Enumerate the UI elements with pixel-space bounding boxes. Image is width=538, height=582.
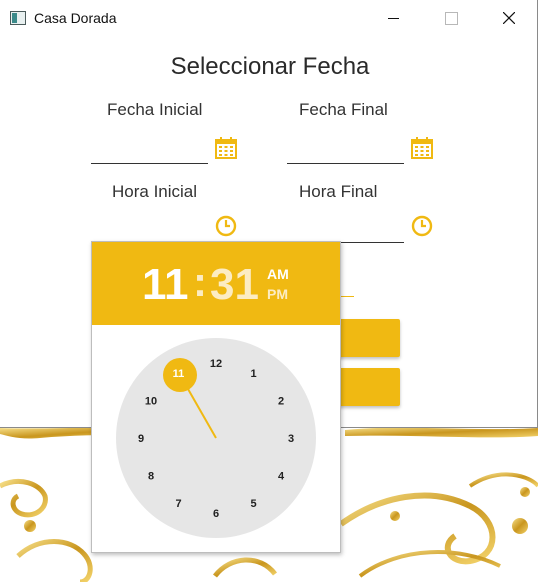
am-toggle[interactable]: AM [267,266,289,282]
dial-number-7[interactable]: 7 [175,498,181,510]
minimize-button[interactable] [370,0,416,36]
dial-number-3[interactable]: 3 [288,433,294,445]
dial-number-2[interactable]: 2 [278,396,284,408]
time-separator: : [193,258,207,305]
clock-dial[interactable]: 121234567891011 [92,325,340,552]
dial-number-11[interactable]: 11 [173,368,185,380]
dial-number-1[interactable]: 1 [250,368,256,380]
page-title: Seleccionar Fecha [170,53,370,80]
time-picker-popup: 11 : 31 AM PM 12 1 2 3 4 5 6 7 8 9 10 11 [91,241,341,553]
fecha-final-label: Fecha Final [299,100,388,119]
hora-inicial-label: Hora Inicial [112,182,198,201]
calendar-icon[interactable] [411,137,433,159]
app-icon [10,11,26,25]
dial-number-4[interactable]: 4 [278,471,285,483]
dial-number-6[interactable]: 6 [213,508,219,520]
pm-toggle[interactable]: PM [267,286,288,302]
minute-display[interactable]: 31 [210,260,259,310]
fecha-inicial-input[interactable] [91,163,208,164]
dial-number-9[interactable]: 9 [138,433,144,445]
clock-icon[interactable] [215,215,237,237]
dial-number-10[interactable]: 10 [145,396,157,408]
dial-number-5[interactable]: 5 [250,498,256,510]
hora-final-label: Hora Final [299,182,378,201]
close-button[interactable] [486,0,532,36]
calendar-icon[interactable] [215,137,237,159]
clock-icon[interactable] [411,215,433,237]
maximize-button[interactable] [428,0,474,36]
fecha-inicial-label: Fecha Inicial [107,100,203,119]
title-bar: Casa Dorada [0,0,538,36]
fecha-final-input[interactable] [287,163,404,164]
time-picker-header: 11 : 31 AM PM [92,242,340,325]
window-title: Casa Dorada [34,10,117,26]
hour-display[interactable]: 11 [142,260,189,310]
dial-number-12[interactable]: 12 [210,358,222,370]
close-icon [503,12,515,24]
dial-number-8[interactable]: 8 [148,471,154,483]
